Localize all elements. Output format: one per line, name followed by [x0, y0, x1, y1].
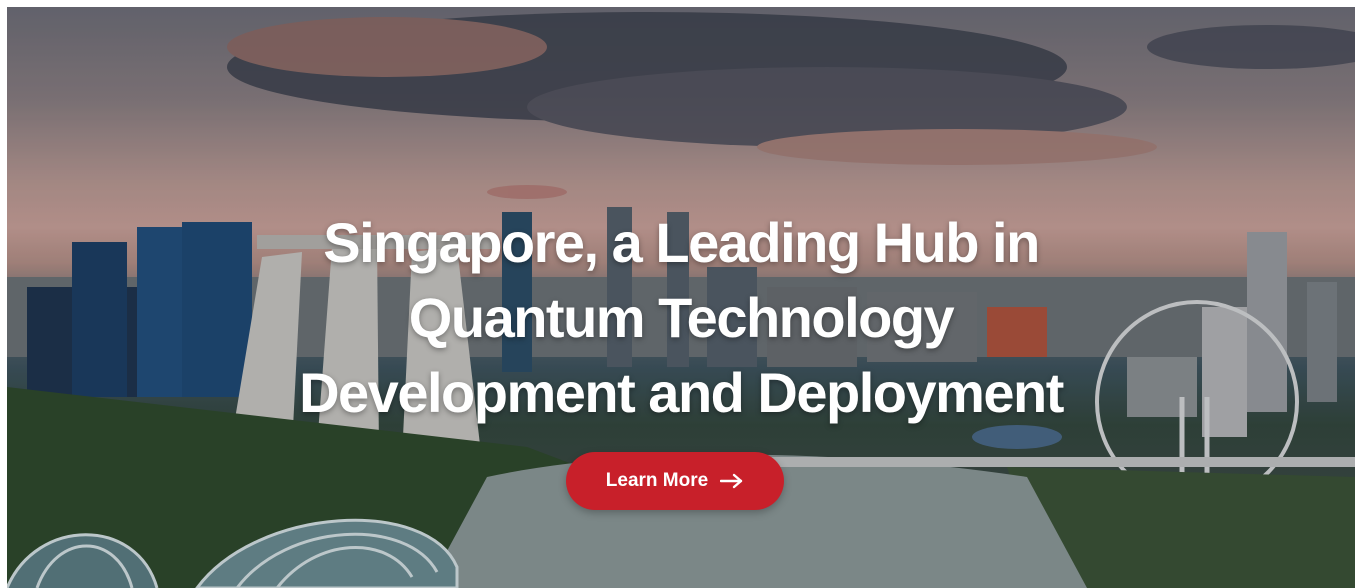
hero-banner: Singapore, a Leading Hub in Quantum Tech…	[7, 7, 1355, 588]
headline-line-2: Quantum Technology	[408, 286, 955, 349]
learn-more-button[interactable]: Learn More	[566, 452, 784, 510]
arrow-right-icon	[720, 473, 744, 489]
headline-line-1: Singapore, a Leading Hub in	[323, 211, 1040, 274]
learn-more-label: Learn More	[605, 470, 709, 491]
hero-headline: Singapore, a Leading Hub in Quantum Tech…	[7, 205, 1355, 430]
headline-line-3: Development and Deployment	[299, 361, 1064, 424]
